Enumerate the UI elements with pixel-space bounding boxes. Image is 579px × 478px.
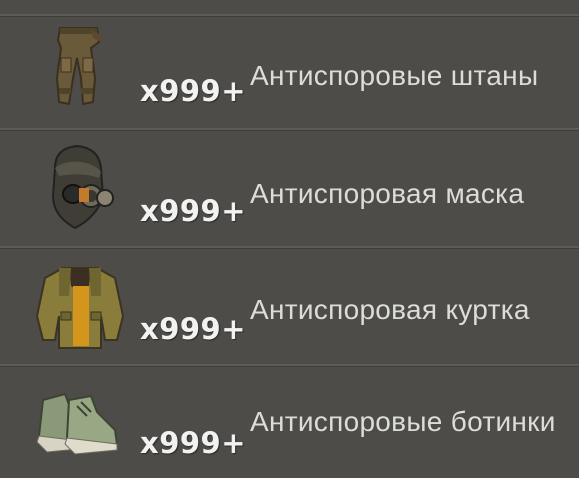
item-quantity: x999+ [140,426,247,460]
anti-spore-jacket-icon [25,256,135,356]
inventory-item-jacket[interactable]: x999+ Антиспоровая куртка [0,248,579,364]
anti-spore-pants-icon [25,18,135,118]
inventory-item-boots[interactable]: x999+ Антиспоровые ботинки [0,362,579,478]
inventory-item-mask[interactable]: x999+ Антиспоровая маска [0,130,579,246]
inventory-item-list: x999+ Антиспоровые штаны x999+ Антиспоро… [0,0,579,478]
item-quantity: x999+ [140,194,247,228]
item-name: Антиспоровые ботинки [250,406,556,437]
anti-spore-boots-icon [25,370,135,470]
anti-spore-mask-icon [25,138,135,238]
item-name: Антиспоровая куртка [250,294,530,325]
item-name: Антиспоровая маска [250,178,525,209]
item-quantity: x999+ [140,312,247,346]
item-quantity: x999+ [140,74,247,108]
inventory-item-pants[interactable]: x999+ Антиспоровые штаны [0,10,579,126]
item-name: Антиспоровые штаны [250,60,539,91]
